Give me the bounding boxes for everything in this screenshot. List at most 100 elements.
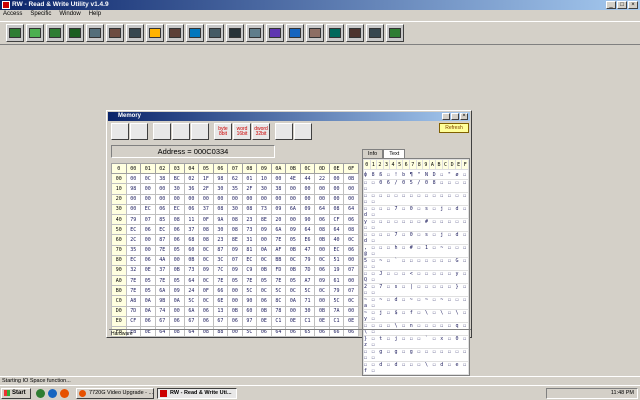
quicklaunch-ie-icon[interactable] xyxy=(48,389,57,398)
hex-cell[interactable]: 09 xyxy=(198,264,214,277)
memory-tool-save-button[interactable] xyxy=(172,123,190,140)
hex-cell[interactable]: C9 xyxy=(241,264,258,277)
hex-cell[interactable]: 90 xyxy=(241,295,258,307)
hex-cell[interactable]: 00 xyxy=(285,305,301,317)
text-row-chars[interactable]: ☐ ☐ ☐ ☐ 7 ☐ 0 ☐ s ☐ j ☐ d ☐ d ☐ xyxy=(363,205,469,220)
hex-cell[interactable]: 08 xyxy=(169,213,185,226)
hex-cell[interactable]: 6A xyxy=(270,224,287,236)
hex-cell[interactable]: 05 xyxy=(256,275,272,287)
menu-specific[interactable]: Specific xyxy=(30,10,51,19)
menu-help[interactable]: Help xyxy=(89,10,101,19)
hex-cell[interactable]: 64 xyxy=(328,224,345,236)
hex-cell[interactable]: 5C xyxy=(183,295,200,307)
hex-cell[interactable]: 06 xyxy=(183,203,200,215)
hex-cell[interactable]: 32 xyxy=(125,264,142,277)
hex-cell[interactable]: 00 xyxy=(314,183,330,195)
hex-cell[interactable]: 05 xyxy=(285,234,301,246)
hex-cell[interactable]: 8E xyxy=(227,234,243,246)
hex-cell[interactable]: 67 xyxy=(183,315,200,328)
hex-cell[interactable]: 7E xyxy=(241,275,258,287)
hex-cell[interactable]: 7E xyxy=(125,285,142,297)
hex-cell[interactable]: 00 xyxy=(343,254,359,266)
hex-cell[interactable]: 00 xyxy=(314,244,330,256)
hex-cell[interactable]: 00 xyxy=(270,193,287,205)
text-row-chars[interactable]: ☐ ☐ d ☐ d ☐ ☐ ☐ \ ☐ d ☐ e ☐ f ☐ xyxy=(363,361,469,376)
hex-cell[interactable]: 87 xyxy=(154,234,171,246)
hex-cell[interactable]: 10 xyxy=(256,173,272,185)
hex-cell[interactable]: 00 xyxy=(227,285,243,297)
hex-cell[interactable]: C1 xyxy=(299,315,316,328)
memory-tool-word-button[interactable]: word 16bit xyxy=(233,123,251,140)
hex-cell[interactable]: 00 xyxy=(343,275,359,287)
hex-cell[interactable]: 31 xyxy=(241,234,258,246)
hex-cell[interactable]: 00 xyxy=(140,244,156,256)
close-button[interactable]: × xyxy=(628,1,638,9)
hex-cell[interactable]: 0F xyxy=(198,213,214,226)
hex-cell[interactable]: 1F xyxy=(198,173,214,185)
hex-cell[interactable]: 30 xyxy=(169,183,185,195)
hex-cell[interactable]: 64 xyxy=(183,275,200,287)
task-rw-utility[interactable]: RW - Read & Write Uti... xyxy=(157,388,237,399)
hex-cell[interactable]: 4A xyxy=(154,254,171,266)
hex-cell[interactable]: 06 xyxy=(169,224,185,236)
hex-cell[interactable]: 00 xyxy=(154,183,171,195)
hex-cell[interactable]: 87 xyxy=(212,244,229,256)
hex-cell[interactable]: 00 xyxy=(154,193,171,205)
hex-cell[interactable]: 0B xyxy=(285,264,301,277)
hex-cell[interactable]: 2F xyxy=(198,183,214,195)
memory-tool-find-button[interactable] xyxy=(191,123,209,140)
hex-cell[interactable]: 6A xyxy=(183,305,200,317)
spd-icon[interactable] xyxy=(146,24,164,42)
hex-cell[interactable]: 98 xyxy=(125,183,142,195)
hex-cell[interactable]: 05 xyxy=(169,244,185,256)
hex-cell[interactable]: 06 xyxy=(154,203,171,215)
hex-cell[interactable]: C1 xyxy=(328,315,345,328)
ide-icon[interactable] xyxy=(186,24,204,42)
hex-cell[interactable]: 0C xyxy=(198,275,214,287)
hex-cell[interactable]: CF xyxy=(125,315,142,328)
hex-cell[interactable]: 8E xyxy=(256,213,272,226)
hex-cell[interactable]: 09 xyxy=(227,264,243,277)
io-icon[interactable] xyxy=(66,24,84,42)
hex-cell[interactable]: 06 xyxy=(198,305,214,317)
e820-icon[interactable] xyxy=(246,24,264,42)
dmi-icon[interactable] xyxy=(226,24,244,42)
hex-cell[interactable]: 73 xyxy=(241,224,258,236)
hex-cell[interactable]: 13 xyxy=(212,305,229,317)
hex-cell[interactable]: 0C xyxy=(198,295,214,307)
quicklaunch-desktop-icon[interactable] xyxy=(36,389,45,398)
smbios-icon[interactable] xyxy=(326,24,344,42)
hex-cell[interactable]: 08 xyxy=(241,203,258,215)
hex-cell[interactable]: 90 xyxy=(299,213,316,226)
hex-cell[interactable]: 0E xyxy=(256,315,272,328)
hex-cell[interactable]: 00 xyxy=(212,193,229,205)
hex-cell[interactable]: 09 xyxy=(169,285,185,297)
hex-cell[interactable]: EC xyxy=(241,254,258,266)
pcmcia-icon[interactable] xyxy=(86,24,104,42)
hex-cell[interactable]: BC xyxy=(169,173,185,185)
hex-cell[interactable]: 44 xyxy=(299,173,316,185)
memory-tool-bin-button[interactable] xyxy=(130,123,148,140)
hex-cell[interactable]: 06 xyxy=(314,264,330,277)
hex-cell[interactable]: 0B xyxy=(256,264,272,277)
hex-cell[interactable]: 00 xyxy=(256,193,272,205)
hex-cell[interactable]: 5C xyxy=(328,295,345,307)
hex-cell[interactable]: 9B xyxy=(154,295,171,307)
minimize-button[interactable]: _ xyxy=(606,1,616,9)
hex-cell[interactable]: EC xyxy=(140,203,156,215)
hex-cell[interactable]: 2C xyxy=(125,234,142,246)
hex-cell[interactable]: 7E xyxy=(154,244,171,256)
text-row-chars[interactable]: 5 ☐ ~ ☐ ` ☐ ☐ ☐ ☐ ☐ ☐ ☐ G ☐ ☐ ☐ xyxy=(363,257,469,272)
hex-cell[interactable]: 0A xyxy=(169,295,185,307)
hex-cell[interactable]: 06 xyxy=(343,213,359,226)
hex-cell[interactable]: 78 xyxy=(270,305,287,317)
hex-cell[interactable]: 07 xyxy=(343,264,359,277)
hex-cell[interactable]: 85 xyxy=(154,213,171,226)
hex-cell[interactable]: 00 xyxy=(198,193,214,205)
hex-cell[interactable]: 0B xyxy=(314,305,330,317)
hex-cell[interactable]: 2F xyxy=(241,183,258,195)
hex-cell[interactable]: EC xyxy=(125,224,142,236)
hex-cell[interactable]: 0B xyxy=(343,173,359,185)
hex-cell[interactable]: 00 xyxy=(314,295,330,307)
memory-tool-help-icon[interactable] xyxy=(294,123,312,140)
